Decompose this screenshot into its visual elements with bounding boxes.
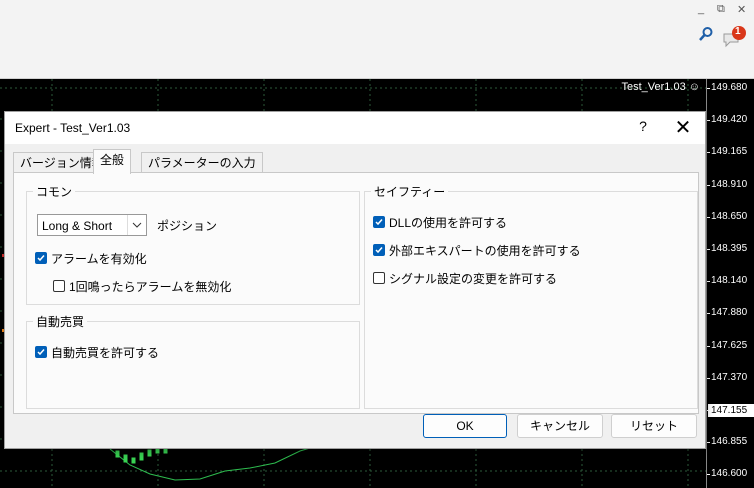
common-group-title: コモン xyxy=(33,183,76,200)
price-tick-label: 147.370 xyxy=(711,371,748,383)
allow-dll-label: DLLの使用を許可する xyxy=(389,215,508,230)
dialog-close-button[interactable]: ✕ xyxy=(671,115,695,140)
price-tick-label: 149.680 xyxy=(711,82,748,93)
price-tick-label: 148.140 xyxy=(711,275,748,287)
search-icon[interactable] xyxy=(698,26,714,45)
chart-title: Test_Ver1.03 ☺ xyxy=(621,81,700,93)
safety-group-title: セイフティー xyxy=(371,183,449,200)
position-label: ポジション xyxy=(157,219,218,233)
general-panel: コモン Long & Short ポジション アラームを有効化 1回鳴ったらアラ… xyxy=(13,172,699,414)
price-tick-label: 148.910 xyxy=(711,178,748,190)
ok-button[interactable]: OK xyxy=(423,414,507,438)
price-tick-mark xyxy=(707,281,710,283)
allow-dll-checkbox[interactable]: DLLの使用を許可する xyxy=(373,214,507,230)
chevron-down-icon xyxy=(127,215,146,235)
enable-alert-label: アラームを有効化 xyxy=(51,251,147,266)
allow-signal-settings-checkbox[interactable]: シグナル設定の変更を許可する xyxy=(373,270,557,286)
checkbox-checked-icon xyxy=(373,244,385,256)
price-tick-label: 146.855 xyxy=(711,436,748,448)
dialog-titlebar: Expert - Test_Ver1.03 ? ✕ xyxy=(5,112,705,144)
enable-alert-checkbox[interactable]: アラームを有効化 xyxy=(35,250,147,266)
checkbox-checked-icon xyxy=(35,346,47,358)
allow-auto-trading-checkbox[interactable]: 自動売買を許可する xyxy=(35,344,159,360)
price-tick-label: 148.395 xyxy=(711,243,748,254)
checkbox-checked-icon xyxy=(373,216,385,228)
restore-button[interactable]: ⧉ xyxy=(717,3,725,16)
price-tick-label: 149.420 xyxy=(711,114,748,126)
chart-title-text: Test_Ver1.03 xyxy=(621,81,686,93)
price-tick-mark xyxy=(707,345,710,347)
price-tick-mark xyxy=(707,377,710,379)
checkbox-unchecked-icon xyxy=(373,272,385,284)
price-tick-mark xyxy=(707,249,710,250)
disable-after-one-label: 1回鳴ったらアラームを無効化 xyxy=(69,279,232,294)
price-tick-mark xyxy=(707,184,710,186)
common-group: コモン Long & Short ポジション アラームを有効化 1回鳴ったらアラ… xyxy=(26,183,360,305)
price-tick-mark xyxy=(707,216,710,218)
position-select[interactable]: Long & Short xyxy=(37,214,147,236)
smiley-icon: ☺ xyxy=(688,81,700,93)
auto-trading-group: 自動売買 自動売買を許可する xyxy=(26,313,360,409)
price-tick-label: 149.165 xyxy=(711,146,748,158)
candles xyxy=(115,446,168,464)
expert-dialog: Expert - Test_Ver1.03 ? ✕ バージョン情報 全般 パラメ… xyxy=(4,111,706,449)
cancel-button[interactable]: キャンセル xyxy=(517,414,603,438)
price-tick-label: 147.155 xyxy=(708,404,754,417)
price-tick-label: 146.600 xyxy=(711,468,748,480)
reset-button[interactable]: リセット xyxy=(611,414,697,438)
checkbox-unchecked-icon xyxy=(53,280,65,292)
auto-trading-group-title: 自動売買 xyxy=(33,313,88,330)
price-tick-label: 147.625 xyxy=(711,339,748,351)
price-tick-mark xyxy=(707,474,710,476)
price-tick-mark xyxy=(707,88,710,89)
price-tick-mark xyxy=(707,152,710,154)
position-select-value: Long & Short xyxy=(42,219,113,233)
minimize-button[interactable]: _ xyxy=(698,3,704,15)
disable-after-one-checkbox[interactable]: 1回鳴ったらアラームを無効化 xyxy=(53,278,231,294)
allow-auto-trading-label: 自動売買を許可する xyxy=(51,345,160,360)
allow-external-experts-checkbox[interactable]: 外部エキスパートの使用を許可する xyxy=(373,242,581,258)
safety-group: セイフティー DLLの使用を許可する 外部エキスパートの使用を許可する シグナル… xyxy=(364,183,698,409)
app-toolbar: _ ⧉ ✕ 1 xyxy=(0,0,754,79)
price-tick-mark xyxy=(707,313,710,315)
allow-external-experts-label: 外部エキスパートの使用を許可する xyxy=(389,243,581,258)
checkbox-checked-icon xyxy=(35,252,47,264)
tab-parameters[interactable]: パラメーターの入力 xyxy=(141,152,263,173)
tab-general[interactable]: 全般 xyxy=(93,149,132,174)
price-tick-label: 147.880 xyxy=(711,307,748,319)
help-button[interactable]: ? xyxy=(633,118,653,134)
dialog-title: Expert - Test_Ver1.03 xyxy=(15,121,131,135)
notification-count-badge: 1 xyxy=(735,26,741,37)
price-tick-mark xyxy=(707,442,710,444)
allow-signal-settings-label: シグナル設定の変更を許可する xyxy=(389,271,558,286)
price-tick-mark xyxy=(707,120,710,122)
price-tick-label: 148.650 xyxy=(711,210,748,222)
price-axis: 149.680 149.420 149.165 148.910 148.650 148.3… xyxy=(706,79,754,488)
window-close-button[interactable]: ✕ xyxy=(737,3,746,16)
